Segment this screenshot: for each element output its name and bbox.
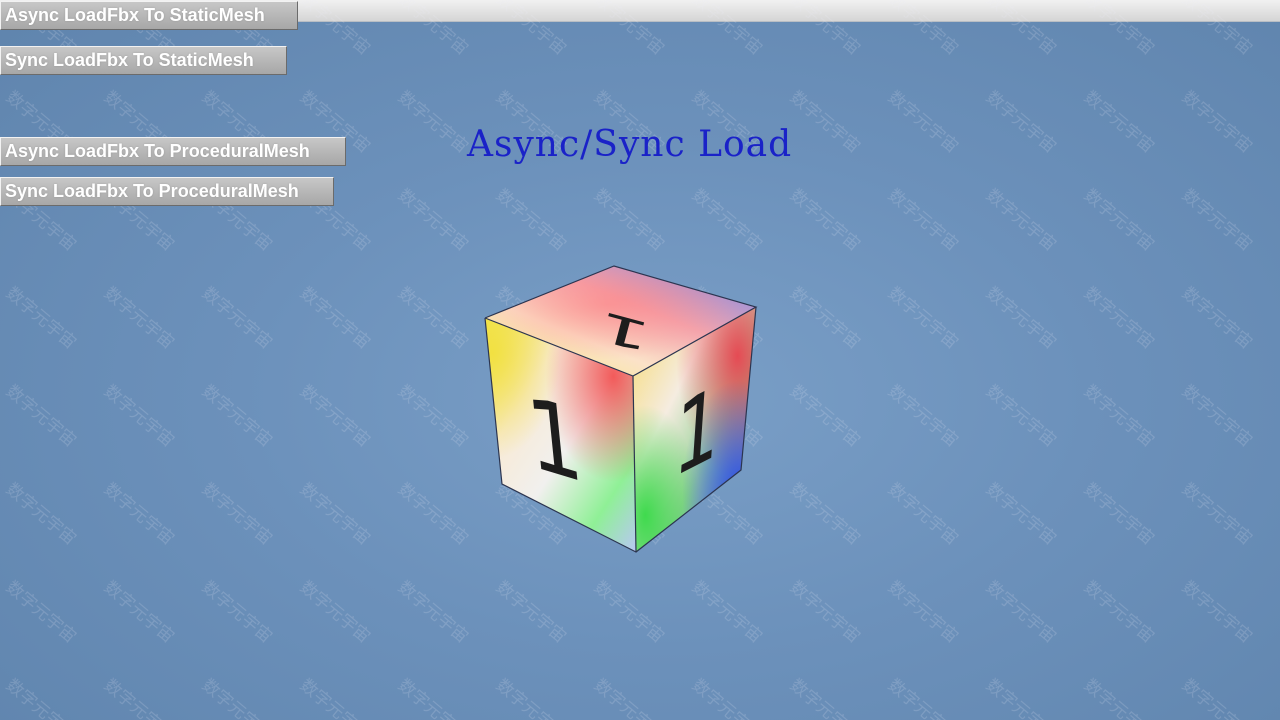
sync-load-procedural-mesh-button[interactable]: Sync LoadFbx To ProceduralMesh — [0, 177, 334, 206]
sync-load-static-mesh-button[interactable]: Sync LoadFbx To StaticMesh — [0, 46, 287, 75]
cube-mesh: 1 1 1 — [484, 265, 758, 553]
async-load-static-mesh-button[interactable]: Async LoadFbx To StaticMesh — [0, 1, 298, 30]
game-viewport: 数字元宇宙 数字元宇宙 数字元宇宙 数字元宇宙 数字元宇宙 数字元宇宙 数字元宇宙 数字元宇宙… — [0, 0, 1280, 720]
page-title: Async/Sync Load — [467, 124, 793, 165]
async-load-procedural-mesh-button[interactable]: Async LoadFbx To ProceduralMesh — [0, 137, 346, 166]
